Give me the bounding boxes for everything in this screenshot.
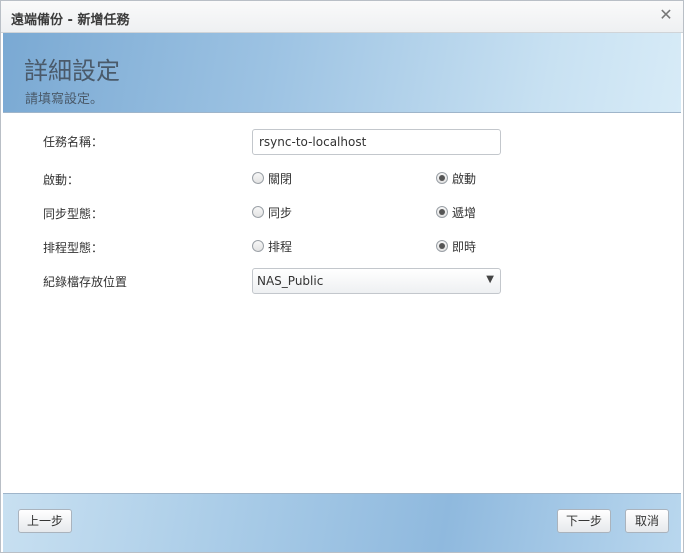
enable-off-label: 關閉 xyxy=(268,172,293,186)
sync-incremental-label: 遞增 xyxy=(452,206,477,220)
radio-checked-icon xyxy=(436,240,448,252)
enable-label: 啟動： xyxy=(43,173,80,187)
new-task-dialog: 遠端備份 - 新增任務 ✕ 詳細設定 請填寫設定。 任務名稱： rsync-to… xyxy=(0,0,684,553)
enable-on-radio[interactable]: 啟動 xyxy=(436,170,476,187)
sync-type-label: 同步型態： xyxy=(43,207,104,221)
window-title: 遠端備份 - 新增任務 xyxy=(11,13,130,28)
sync-mirror-label: 同步 xyxy=(268,206,293,220)
radio-unchecked-icon xyxy=(252,240,264,252)
page-subtitle: 請填寫設定。 xyxy=(25,92,104,107)
radio-checked-icon xyxy=(436,172,448,184)
previous-button[interactable]: 上一步 xyxy=(18,509,72,533)
next-button[interactable]: 下一步 xyxy=(557,509,611,533)
schedule-scheduled-label: 排程 xyxy=(268,240,293,254)
sync-mirror-radio[interactable]: 同步 xyxy=(252,204,292,221)
page-title: 詳細設定 xyxy=(24,57,120,85)
chevron-down-icon: ▼ xyxy=(486,274,494,285)
log-location-value: NAS_Public xyxy=(257,274,324,288)
enable-off-radio[interactable]: 關閉 xyxy=(252,170,292,187)
task-name-input[interactable]: rsync-to-localhost xyxy=(252,129,501,155)
close-icon[interactable]: ✕ xyxy=(657,6,675,24)
sync-incremental-radio[interactable]: 遞增 xyxy=(436,204,476,221)
schedule-realtime-label: 即時 xyxy=(452,240,477,254)
log-location-label: 紀錄檔存放位置 xyxy=(43,275,128,289)
schedule-realtime-radio[interactable]: 即時 xyxy=(436,238,476,255)
footer-bar: 上一步 下一步 取消 xyxy=(3,493,681,552)
schedule-type-label: 排程型態： xyxy=(43,241,104,255)
radio-checked-icon xyxy=(436,206,448,218)
settings-form: 任務名稱： rsync-to-localhost 啟動： 關閉 啟動 同步型態：… xyxy=(3,113,681,493)
enable-on-label: 啟動 xyxy=(452,172,477,186)
header-banner: 詳細設定 請填寫設定。 xyxy=(3,33,681,113)
title-bar: 遠端備份 - 新增任務 ✕ xyxy=(1,1,683,33)
schedule-scheduled-radio[interactable]: 排程 xyxy=(252,238,292,255)
task-name-label: 任務名稱： xyxy=(43,135,104,149)
log-location-select[interactable]: NAS_Public ▼ xyxy=(252,268,501,294)
cancel-button[interactable]: 取消 xyxy=(625,509,669,533)
radio-unchecked-icon xyxy=(252,172,264,184)
radio-unchecked-icon xyxy=(252,206,264,218)
